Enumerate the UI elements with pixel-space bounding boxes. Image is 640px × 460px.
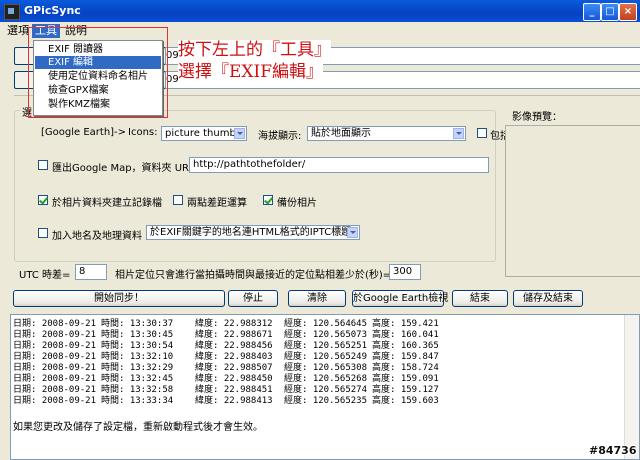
chevron-down-icon[interactable] xyxy=(234,128,245,139)
include-checkbox[interactable] xyxy=(477,128,487,138)
gmap-url-input[interactable]: http://pathtothefolder/ xyxy=(189,157,489,173)
highlight-frame xyxy=(28,27,168,118)
annotation-line-1: 按下左上的『工具』 xyxy=(178,40,331,60)
utc-label: UTC 時差= xyxy=(19,270,71,281)
log-output[interactable]: 日期: 2008-09-21 時間: 13:30:37 緯度: 22.988312 經… xyxy=(10,314,640,460)
geonames-select-value: 於EXIF關鍵字的地名連HTML格式的IPTC標題 xyxy=(150,227,352,238)
backup-checkbox[interactable] xyxy=(263,195,273,205)
google-earth-label: [Google Earth]-> xyxy=(41,127,127,138)
geonames-select[interactable]: 於EXIF關鍵字的地名連HTML格式的IPTC標題 xyxy=(146,225,360,240)
icons-select-value: picture thumb xyxy=(165,128,236,139)
altitude-display-select[interactable]: 貼於地面顯示 xyxy=(307,126,466,141)
log-scrollbar[interactable] xyxy=(624,315,639,459)
create-log-label: 於相片資料夾建立記錄檔 xyxy=(52,198,162,209)
geonames-checkbox[interactable] xyxy=(38,228,48,238)
image-preview xyxy=(505,125,640,277)
preview-label: 影像預覽： xyxy=(512,112,562,123)
backup-label: 備份相片 xyxy=(277,198,317,209)
chevron-down-icon[interactable] xyxy=(347,227,358,238)
icons-select[interactable]: picture thumb xyxy=(161,126,247,141)
utc-input[interactable]: 8 xyxy=(75,264,107,280)
clear-button[interactable]: 清除 xyxy=(288,290,346,307)
icons-label: Icons: xyxy=(128,127,158,138)
tolerance-input[interactable]: 300 xyxy=(389,264,421,280)
annotation-line-2: 選擇『EXIF編輯』 xyxy=(178,62,324,82)
start-sync-button[interactable]: 開始同步！ xyxy=(13,290,225,307)
tolerance-label: 相片定位只會進行當拍攝時間與最接近的定位點相差少於(秒)= xyxy=(115,270,392,281)
app-window: GPicSync _ □ × 選項 工具 說明 09 09 選 [Google … xyxy=(0,0,640,460)
geonames-label: 加入地名及地理資料 xyxy=(52,231,142,242)
view-google-earth-button[interactable]: 於Google Earth檢視 xyxy=(352,290,448,307)
altitude-display-label: 海拔顯示: xyxy=(258,131,302,142)
chevron-down-icon[interactable] xyxy=(453,128,464,139)
export-gmap-checkbox[interactable] xyxy=(38,160,48,170)
app-icon xyxy=(4,4,20,20)
title-bar[interactable]: GPicSync _ □ × xyxy=(0,0,640,22)
create-log-checkbox[interactable] xyxy=(38,195,48,205)
watermark: #84736 xyxy=(589,444,637,457)
stop-button[interactable]: 停止 xyxy=(228,290,278,307)
save-end-button[interactable]: 儲存及結束 xyxy=(513,290,583,307)
window-title: GPicSync xyxy=(24,4,81,17)
interpolate-checkbox[interactable] xyxy=(173,195,183,205)
minimize-button[interactable]: _ xyxy=(583,3,601,21)
end-button[interactable]: 結束 xyxy=(452,290,508,307)
export-gmap-label: 匯出Google Map，資料夾 URL= xyxy=(52,163,203,174)
log-note: 如果您更改及儲存了設定檔，重新啟動程式後才會生效。 xyxy=(13,422,263,433)
altitude-display-value: 貼於地面顯示 xyxy=(311,128,371,139)
interpolate-label: 兩點差距運算 xyxy=(187,198,247,209)
close-button[interactable]: × xyxy=(619,3,637,21)
maximize-button[interactable]: □ xyxy=(601,3,619,21)
